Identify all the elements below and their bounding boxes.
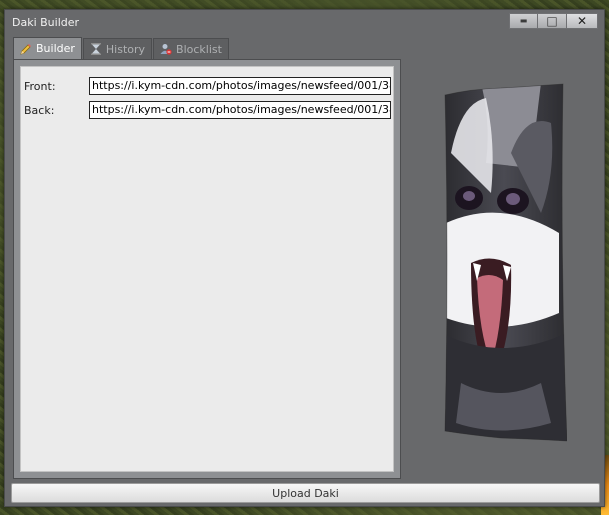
window-title: Daki Builder <box>12 16 80 29</box>
back-url-input[interactable]: https://i.kym-cdn.com/photos/images/news… <box>89 101 391 119</box>
hourglass-icon <box>90 43 102 55</box>
window-controls: ▬ □ ✕ <box>509 13 598 29</box>
maximize-button[interactable]: □ <box>538 13 567 29</box>
front-row: Front: https://i.kym-cdn.com/photos/imag… <box>24 77 392 95</box>
tab-blocklist-label: Blocklist <box>176 42 222 56</box>
tab-history-label: History <box>105 42 146 56</box>
builder-form: Front: https://i.kym-cdn.com/photos/imag… <box>20 66 394 472</box>
back-row: Back: https://i.kym-cdn.com/photos/image… <box>24 101 392 119</box>
minimize-button[interactable]: ▬ <box>509 13 538 29</box>
pencil-icon <box>20 43 32 55</box>
tab-bar: Builder History Blocklist <box>13 37 230 59</box>
pillow-preview <box>441 83 568 445</box>
title-bar[interactable]: Daki Builder ▬ □ ✕ <box>5 10 604 34</box>
back-label: Back: <box>24 104 55 117</box>
tab-builder-label: Builder <box>36 42 75 55</box>
close-icon: ✕ <box>576 14 588 28</box>
tab-builder[interactable]: Builder <box>13 37 82 59</box>
builder-panel: Front: https://i.kym-cdn.com/photos/imag… <box>13 59 401 479</box>
close-button[interactable]: ✕ <box>567 13 598 29</box>
daki-builder-window: Daki Builder ▬ □ ✕ Builder History Block… <box>4 9 605 507</box>
front-url-input[interactable]: https://i.kym-cdn.com/photos/images/news… <box>89 77 391 95</box>
front-label: Front: <box>24 80 56 93</box>
upload-daki-button[interactable]: Upload Daki <box>11 483 600 503</box>
minimize-icon: ▬ <box>519 16 528 25</box>
tab-blocklist[interactable]: Blocklist <box>153 38 229 59</box>
tab-history[interactable]: History <box>82 38 153 59</box>
user-block-icon <box>160 43 172 55</box>
maximize-icon: □ <box>546 14 558 28</box>
